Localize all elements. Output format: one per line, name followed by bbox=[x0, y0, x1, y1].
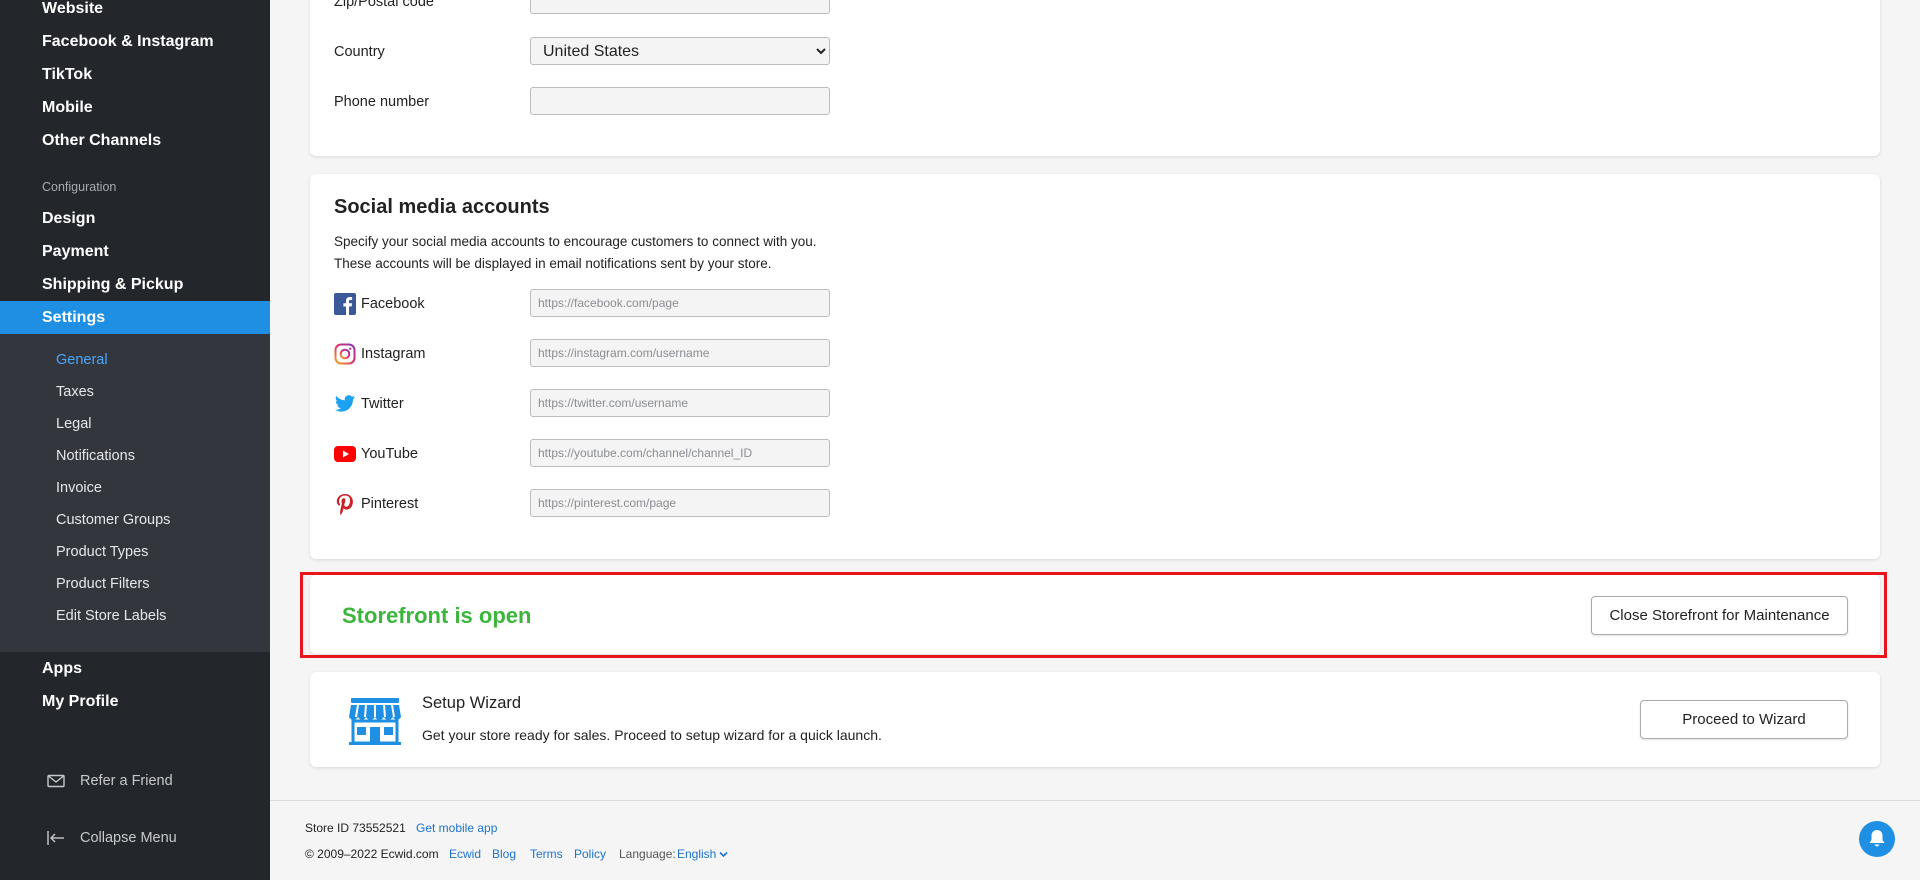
social-media-title: Social media accounts bbox=[334, 196, 550, 218]
facebook-label: Facebook bbox=[361, 296, 425, 312]
bell-icon bbox=[1869, 830, 1885, 847]
nav-my-profile[interactable]: My Profile bbox=[42, 693, 118, 711]
nav-other-channels[interactable]: Other Channels bbox=[42, 132, 161, 150]
nav-facebook-instagram[interactable]: Facebook & Instagram bbox=[42, 33, 214, 51]
phone-input[interactable] bbox=[530, 87, 830, 115]
collapse-menu-button[interactable]: Collapse Menu bbox=[46, 828, 177, 848]
sub-general[interactable]: General bbox=[56, 352, 108, 368]
nav-apps[interactable]: Apps bbox=[42, 660, 82, 678]
footer-link-policy[interactable]: Policy bbox=[574, 847, 606, 861]
nav-design[interactable]: Design bbox=[42, 210, 95, 228]
facebook-icon bbox=[334, 293, 356, 315]
sub-product-filters[interactable]: Product Filters bbox=[56, 576, 149, 592]
proceed-to-wizard-button[interactable]: Proceed to Wizard bbox=[1640, 700, 1848, 739]
notifications-button[interactable] bbox=[1859, 821, 1895, 857]
pinterest-label: Pinterest bbox=[361, 496, 419, 512]
sub-invoice[interactable]: Invoice bbox=[56, 480, 102, 496]
get-mobile-app-link[interactable]: Get mobile app bbox=[416, 821, 497, 835]
instagram-label-row: Instagram bbox=[334, 343, 425, 365]
nav-tiktok[interactable]: TikTok bbox=[42, 66, 92, 84]
sub-taxes[interactable]: Taxes bbox=[56, 384, 94, 400]
refer-friend-link[interactable]: Refer a Friend bbox=[46, 771, 173, 791]
sub-product-types[interactable]: Product Types bbox=[56, 544, 148, 560]
social-media-description: Specify your social media accounts to en… bbox=[334, 234, 817, 271]
setup-wizard-description: Get your store ready for sales. Proceed … bbox=[422, 727, 882, 743]
twitter-icon bbox=[334, 395, 356, 412]
youtube-label-row: YouTube bbox=[334, 443, 418, 465]
configuration-heading: Configuration bbox=[42, 180, 117, 194]
refer-friend-label: Refer a Friend bbox=[80, 773, 173, 789]
sidebar: Website Facebook & Instagram TikTok Mobi… bbox=[0, 0, 270, 880]
storefront-status: Storefront is open bbox=[342, 603, 532, 628]
nav-website[interactable]: Website bbox=[42, 0, 103, 18]
zip-input[interactable] bbox=[530, 0, 830, 14]
envelope-icon bbox=[47, 774, 65, 788]
facebook-url-input[interactable] bbox=[530, 289, 830, 317]
settings-submenu bbox=[0, 334, 270, 652]
country-select[interactable]: United States bbox=[530, 37, 830, 65]
footer-link-ecwid[interactable]: Ecwid bbox=[449, 847, 481, 861]
storefront-icon bbox=[349, 698, 401, 745]
sub-notifications[interactable]: Notifications bbox=[56, 448, 135, 464]
twitter-label-row: Twitter bbox=[334, 393, 404, 415]
twitter-label: Twitter bbox=[361, 396, 404, 412]
chevron-down-icon bbox=[719, 851, 728, 857]
country-label: Country bbox=[334, 44, 385, 60]
sub-customer-groups[interactable]: Customer Groups bbox=[56, 512, 170, 528]
youtube-url-input[interactable] bbox=[530, 439, 830, 467]
instagram-url-input[interactable] bbox=[530, 339, 830, 367]
address-card bbox=[310, 0, 1880, 156]
sub-edit-store-labels[interactable]: Edit Store Labels bbox=[56, 608, 166, 624]
store-id: Store ID 73552521 bbox=[305, 821, 406, 835]
footer-link-terms[interactable]: Terms bbox=[530, 847, 563, 861]
instagram-icon bbox=[334, 343, 356, 365]
twitter-url-input[interactable] bbox=[530, 389, 830, 417]
zip-label: Zip/Postal code bbox=[334, 0, 434, 10]
youtube-icon bbox=[334, 446, 356, 462]
copyright: © 2009–2022 Ecwid.com bbox=[305, 847, 439, 861]
youtube-label: YouTube bbox=[361, 446, 418, 462]
footer-divider bbox=[270, 800, 1920, 801]
collapse-menu-label: Collapse Menu bbox=[80, 830, 177, 846]
pinterest-url-input[interactable] bbox=[530, 489, 830, 517]
facebook-label-row: Facebook bbox=[334, 293, 425, 315]
nav-mobile[interactable]: Mobile bbox=[42, 99, 93, 117]
language-label: Language: bbox=[619, 847, 676, 861]
language-selector[interactable]: English bbox=[677, 847, 728, 861]
instagram-label: Instagram bbox=[361, 346, 426, 362]
nav-shipping-pickup[interactable]: Shipping & Pickup bbox=[42, 276, 183, 294]
language-value: English bbox=[677, 847, 717, 861]
footer-link-blog[interactable]: Blog bbox=[492, 847, 516, 861]
nav-settings-highlight bbox=[0, 301, 270, 334]
sub-legal[interactable]: Legal bbox=[56, 416, 91, 432]
close-storefront-button[interactable]: Close Storefront for Maintenance bbox=[1591, 596, 1848, 635]
nav-payment[interactable]: Payment bbox=[42, 243, 109, 261]
pinterest-label-row: Pinterest bbox=[334, 493, 418, 515]
collapse-arrow-icon bbox=[47, 831, 64, 845]
setup-wizard-title: Setup Wizard bbox=[422, 694, 522, 712]
pinterest-icon bbox=[336, 494, 353, 515]
phone-label: Phone number bbox=[334, 94, 430, 110]
nav-settings[interactable]: Settings bbox=[42, 309, 105, 327]
